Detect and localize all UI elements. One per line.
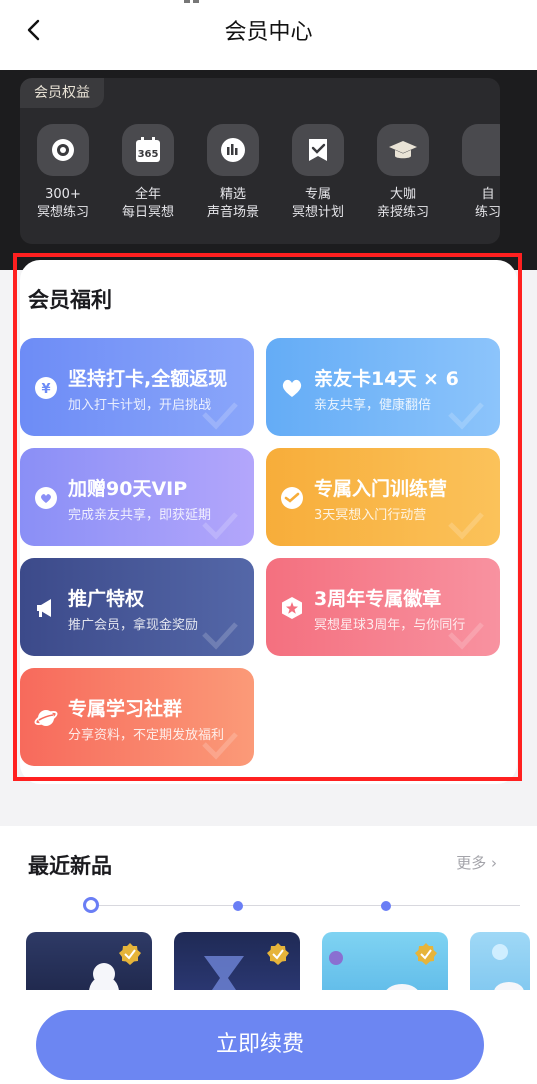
benefit-title: 加赠90天VIP: [68, 478, 188, 500]
right-line2: 练习: [474, 205, 500, 220]
more-link[interactable]: 更多 ›: [456, 852, 497, 873]
check-watermark-icon: [448, 402, 484, 430]
right-line1: 精选: [219, 187, 246, 202]
top-bar: 会员中心: [0, 0, 537, 70]
check-watermark-icon: [202, 512, 238, 540]
benefit-family-card[interactable]: 亲友卡14天 × 6 亲友共享，健康翻倍: [266, 338, 500, 436]
renew-button[interactable]: 立即续费: [36, 1010, 484, 1080]
calendar-365-icon: 365: [122, 124, 174, 176]
chevron-right-icon: ›: [486, 854, 497, 872]
benefit-subtitle: 完成亲友共享，即获延期: [68, 508, 212, 523]
benefit-anniversary-badge[interactable]: 3周年专属徽章 冥想星球3周年，与你同行: [266, 558, 500, 656]
benefit-title: 专属学习社群: [68, 698, 183, 720]
right-item-sound[interactable]: 精选 声音场景: [190, 124, 276, 222]
benefit-training-camp[interactable]: 专属入门训练营 3天冥想入门行动营: [266, 448, 500, 546]
star-hexagon-icon: [282, 597, 302, 619]
benefit-subtitle: 加入打卡计划，开启挑战: [68, 398, 212, 413]
right-line2: 亲授练习: [376, 205, 429, 220]
heart-hand-icon: [282, 379, 302, 397]
more-icon: [462, 124, 500, 176]
right-line1: 300+: [45, 187, 81, 202]
page-title: 会员中心: [224, 20, 313, 45]
benefit-subtitle: 冥想星球3周年，与你同行: [314, 618, 466, 633]
timeline-dot[interactable]: [381, 901, 391, 911]
yuan-coin-icon: ¥: [35, 377, 57, 399]
heart-badge-icon: [35, 487, 57, 509]
right-item-daily[interactable]: 365 全年每日冥想: [105, 124, 191, 222]
benefit-checkin-cashback[interactable]: ¥ 坚持打卡,全额返现 加入打卡计划，开启挑战: [20, 338, 254, 436]
right-line2: 冥想练习: [36, 205, 89, 220]
member-benefits-card: 会员福利 ¥ 坚持打卡,全额返现 加入打卡计划，开启挑战 亲友卡14天 × 6 …: [20, 260, 517, 784]
vip-badge-icon: [119, 943, 141, 965]
right-item-meditation[interactable]: 300+ 冥想练习: [20, 124, 106, 222]
right-item-expert[interactable]: 大咖 亲授练习: [360, 124, 446, 222]
benefit-title: 3周年专属徽章: [314, 588, 442, 610]
benefit-bonus-vip[interactable]: 加赠90天VIP 完成亲友共享，即获延期: [20, 448, 254, 546]
check-watermark-icon: [448, 622, 484, 650]
right-item-more[interactable]: 自练习: [445, 124, 500, 222]
sound-bars-icon: [207, 124, 259, 176]
status-indicator-icon: [184, 0, 199, 3]
timeline-track: [90, 905, 520, 906]
right-line1: 专属: [304, 187, 331, 202]
benefit-subtitle: 推广会员，拿现金奖励: [68, 618, 199, 633]
bookmark-check-icon: [292, 124, 344, 176]
check-watermark-icon: [202, 402, 238, 430]
svg-text:365: 365: [138, 149, 159, 160]
planet-icon: [34, 710, 58, 726]
right-line1: 大咖: [389, 187, 416, 202]
right-line2: 每日冥想: [121, 205, 174, 220]
benefit-promotion[interactable]: 推广特权 推广会员，拿现金奖励: [20, 558, 254, 656]
benefit-title: 推广特权: [68, 588, 145, 610]
rights-tag: 会员权益: [20, 78, 104, 108]
trend-check-icon: [281, 487, 303, 509]
check-watermark-icon: [202, 732, 238, 760]
planet-image: [329, 951, 343, 965]
right-item-plan[interactable]: 专属 冥想计划: [275, 124, 361, 222]
member-rights-card: 会员权益 300+ 冥想练习 365 全年每日冥想 精选声音场景 专属冥想计划: [20, 78, 500, 244]
benefit-subtitle: 亲友共享，健康翻倍: [314, 398, 432, 413]
more-label: 更多: [456, 854, 487, 872]
svg-text:¥: ¥: [41, 382, 50, 397]
right-line1: 全年: [134, 187, 161, 202]
benefits-title: 会员福利: [28, 288, 112, 312]
benefit-title: 亲友卡14天 × 6: [314, 368, 459, 390]
graduation-cap-icon: [377, 124, 429, 176]
megaphone-icon: [37, 599, 51, 617]
circle-target-icon: [37, 124, 89, 176]
vip-badge-icon: [415, 943, 437, 965]
benefit-subtitle: 3天冥想入门行动营: [314, 508, 427, 523]
timeline-dot-active[interactable]: [83, 897, 99, 913]
recent-title: 最近新品: [28, 854, 112, 878]
vip-badge-icon: [267, 943, 289, 965]
right-line2: 冥想计划: [291, 205, 344, 220]
benefit-title: 坚持打卡,全额返现: [68, 368, 228, 390]
benefit-study-group[interactable]: 专属学习社群 分享资料，不定期发放福利: [20, 668, 254, 766]
rights-row[interactable]: 300+ 冥想练习 365 全年每日冥想 精选声音场景 专属冥想计划 大咖亲授练习: [20, 124, 500, 234]
bubble-image: [492, 944, 508, 960]
right-line2: 声音场景: [206, 205, 259, 220]
check-watermark-icon: [202, 622, 238, 650]
check-watermark-icon: [448, 512, 484, 540]
benefit-title: 专属入门训练营: [314, 478, 448, 500]
right-line1: 自: [481, 187, 495, 202]
timeline-dot[interactable]: [233, 901, 243, 911]
recent-products-section: 最近新品 更多 ›: [0, 826, 537, 1006]
